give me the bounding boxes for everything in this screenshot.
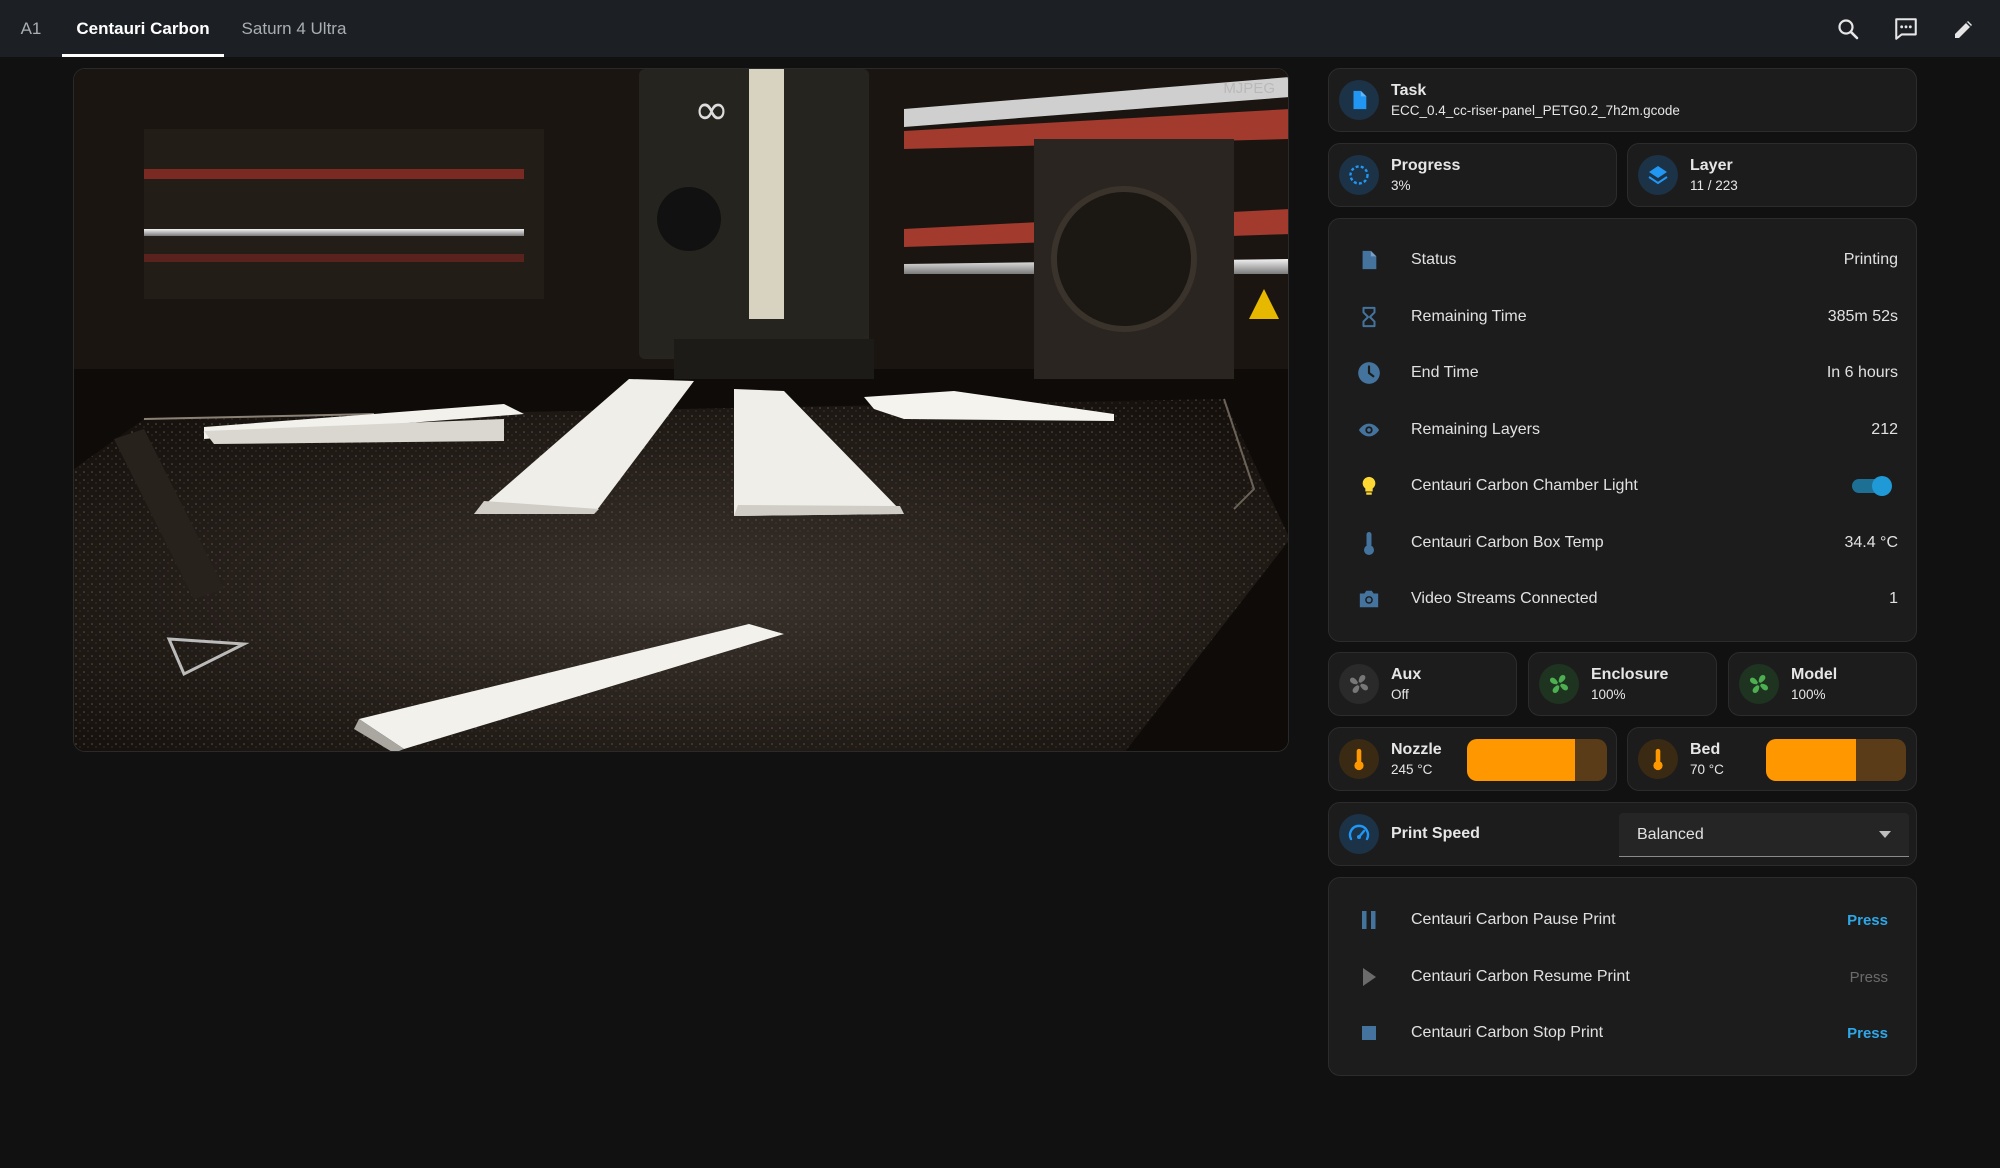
entity-value: 34.4 °C [1844,534,1898,551]
entity-value: In 6 hours [1826,364,1898,381]
nozzle-temp-fill [1467,739,1575,781]
bed-temp-fill [1766,739,1856,781]
bed-value: 70 °C [1690,761,1724,777]
actions-card: Centauri Carbon Pause Print Press Centau… [1328,877,1917,1076]
thermometer-icon [1339,739,1379,779]
resume-press-button[interactable]: Press [1850,969,1888,986]
entity-value: 1 [1889,590,1898,607]
fan-icon [1539,664,1579,704]
entity-row-chamber-light[interactable]: Centauri Carbon Chamber Light [1329,458,1916,514]
clock-icon [1349,360,1389,386]
layer-tile[interactable]: Layer 11 / 223 [1627,143,1917,207]
action-name: Centauri Carbon Stop Print [1411,1024,1604,1041]
camera-icon [1349,588,1389,610]
nozzle-value: 245 °C [1391,761,1433,777]
entity-row-remaining-layers[interactable]: Remaining Layers 212 [1329,402,1916,458]
entity-row-remaining-time[interactable]: Remaining Time 385m 52s [1329,289,1916,345]
progress-icon [1339,155,1379,195]
fan-tile-enclosure[interactable]: Enclosure 100% [1528,652,1717,716]
entity-row-box-temp[interactable]: Centauri Carbon Box Temp 34.4 °C [1329,515,1916,571]
play-icon [1349,967,1389,987]
entity-name: Status [1411,251,1457,268]
fan-value: 100% [1591,686,1626,702]
task-value: ECC_0.4_cc-riser-panel_PETG0.2_7h2m.gcod… [1391,102,1680,118]
file-icon [1349,248,1389,272]
task-label: Task [1391,82,1427,100]
entity-row-end-time[interactable]: End Time In 6 hours [1329,345,1916,401]
layer-label: Layer [1690,157,1733,175]
tab-centauri-carbon[interactable]: Centauri Carbon [62,0,224,57]
entity-name: Remaining Layers [1411,421,1540,438]
action-row-stop: Centauri Carbon Stop Print Press [1329,1005,1916,1061]
nozzle-temp-tile[interactable]: Nozzle 245 °C [1328,727,1617,791]
progress-label: Progress [1391,157,1461,175]
action-name: Centauri Carbon Pause Print [1411,911,1616,928]
entity-name: Centauri Carbon Chamber Light [1411,477,1638,494]
search-icon[interactable] [1830,11,1866,47]
fan-value: Off [1391,686,1409,702]
svg-text:∞: ∞ [694,85,729,134]
entity-row-status[interactable]: Status Printing [1329,232,1916,288]
entity-value: 212 [1871,421,1898,438]
entity-value: Printing [1843,251,1898,268]
chevron-down-icon [1879,826,1891,844]
entities-card: Status Printing Remaining Time 385m 52s … [1328,218,1917,642]
bed-temp-tile[interactable]: Bed 70 °C [1627,727,1917,791]
print-speed-label: Print Speed [1391,825,1480,843]
fan-value: 100% [1791,686,1826,702]
tab-saturn-4-ultra[interactable]: Saturn 4 Ultra [224,0,364,57]
entity-name: Video Streams Connected [1411,590,1598,607]
fan-icon [1739,664,1779,704]
camera-image: ∞ [74,69,1288,751]
layer-value: 11 / 223 [1690,177,1738,193]
fan-tile-aux[interactable]: Aux Off [1328,652,1517,716]
edit-icon[interactable] [1946,11,1982,47]
entity-value: 385m 52s [1827,308,1898,325]
chamber-light-toggle[interactable] [1852,476,1892,496]
print-speed-selected: Balanced [1637,825,1704,843]
fan-name: Model [1791,666,1838,684]
assist-icon[interactable] [1888,11,1924,47]
entity-name: Centauri Carbon Box Temp [1411,534,1604,551]
thermometer-icon [1349,530,1389,556]
progress-tile[interactable]: Progress 3% [1328,143,1617,207]
lightbulb-icon [1349,473,1389,499]
entity-row-video-streams[interactable]: Video Streams Connected 1 [1329,571,1916,627]
action-row-pause: Centauri Carbon Pause Print Press [1329,892,1916,948]
action-name: Centauri Carbon Resume Print [1411,968,1630,985]
camera-feed[interactable]: ∞ MJPEG [73,68,1289,752]
stream-type-label: MJPEG [1223,80,1275,97]
fan-name: Enclosure [1591,666,1669,684]
file-icon [1339,80,1379,120]
toolbar-actions [1830,0,1982,57]
thermometer-icon [1638,739,1678,779]
action-row-resume: Centauri Carbon Resume Print Press [1329,949,1916,1005]
print-speed-tile: Print Speed Balanced [1328,802,1917,866]
pause-icon [1349,910,1389,930]
pause-press-button[interactable]: Press [1847,912,1888,929]
top-app-bar: A1 Centauri Carbon Saturn 4 Ultra [0,0,2000,57]
hourglass-icon [1349,305,1389,329]
nozzle-temp-slider[interactable] [1467,739,1607,781]
print-speed-select[interactable]: Balanced [1619,813,1909,857]
fan-tile-model[interactable]: Model 100% [1728,652,1917,716]
eye-icon [1349,419,1389,441]
stop-press-button[interactable]: Press [1847,1025,1888,1042]
entity-name: Remaining Time [1411,308,1527,325]
speedometer-icon [1339,814,1379,854]
layers-icon [1638,155,1678,195]
fan-name: Aux [1391,666,1422,684]
fan-icon [1339,664,1379,704]
bed-label: Bed [1690,741,1721,759]
stop-icon [1349,1024,1389,1042]
bed-temp-slider[interactable] [1766,739,1906,781]
entity-name: End Time [1411,364,1479,381]
nozzle-label: Nozzle [1391,741,1442,759]
progress-value: 3% [1391,177,1411,193]
task-tile[interactable]: Task ECC_0.4_cc-riser-panel_PETG0.2_7h2m… [1328,68,1917,132]
tab-a1[interactable]: A1 [0,0,62,57]
